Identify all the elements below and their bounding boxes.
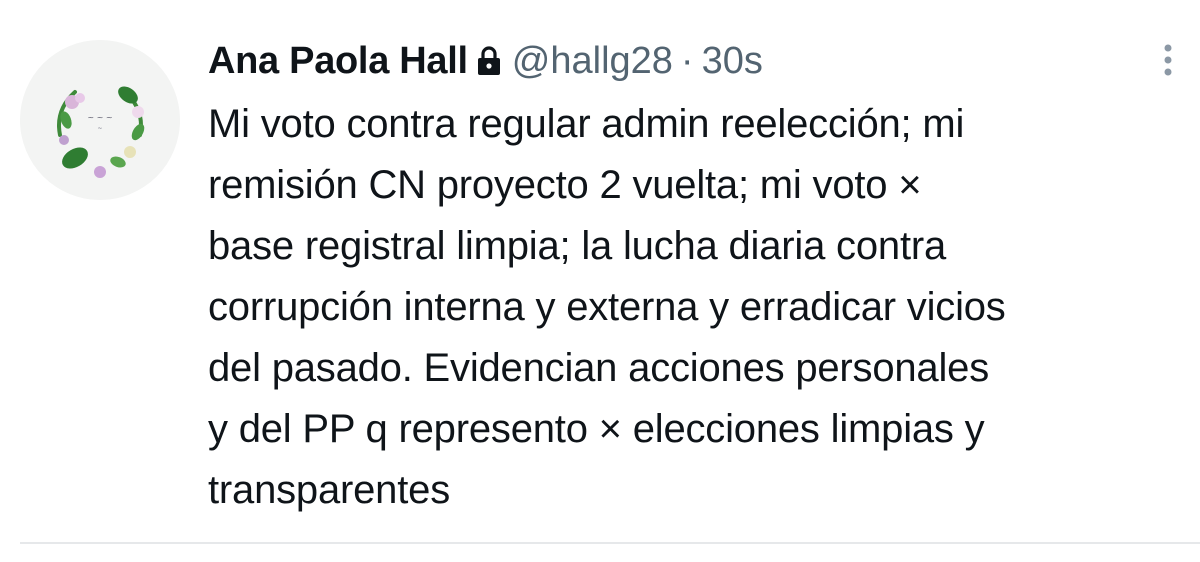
timestamp[interactable]: 30s (702, 40, 763, 83)
svg-text:~: ~ (97, 125, 102, 132)
svg-text:~ ~ ~: ~ ~ ~ (87, 113, 112, 122)
author-handle[interactable]: @hallg28 (512, 40, 673, 83)
divider (20, 542, 1200, 544)
floral-wreath-icon: ~ ~ ~ ~ (20, 40, 180, 200)
tweet-header: Ana Paola Hall @hallg28 · 30s (208, 36, 763, 86)
more-vertical-icon[interactable] (1158, 42, 1178, 82)
tweet[interactable]: ~ ~ ~ ~ Ana Paola Hall @hallg28 · 30s Mi… (0, 0, 1200, 562)
tweet-text-line: del pasado. Evidencian acciones personal… (208, 346, 990, 390)
author-name[interactable]: Ana Paola Hall (208, 40, 468, 83)
tweet-text-line: transparentes (208, 468, 450, 512)
tweet-text-line: corrupción interna y externa y erradicar… (208, 285, 1006, 329)
lock-icon (476, 45, 502, 77)
tweet-text-line: base registral limpia; la lucha diaria c… (208, 224, 947, 268)
tweet-text: Mi voto contra regular admin reelección;… (208, 94, 1193, 521)
tweet-text-line: y del PP q represento × elecciones limpi… (208, 407, 985, 451)
separator-dot: · (680, 39, 694, 82)
avatar[interactable]: ~ ~ ~ ~ (20, 40, 180, 200)
tweet-text-line: remisión CN proyecto 2 vuelta; mi voto × (208, 163, 922, 207)
tweet-text-line: Mi voto contra regular admin reelección;… (208, 102, 965, 146)
